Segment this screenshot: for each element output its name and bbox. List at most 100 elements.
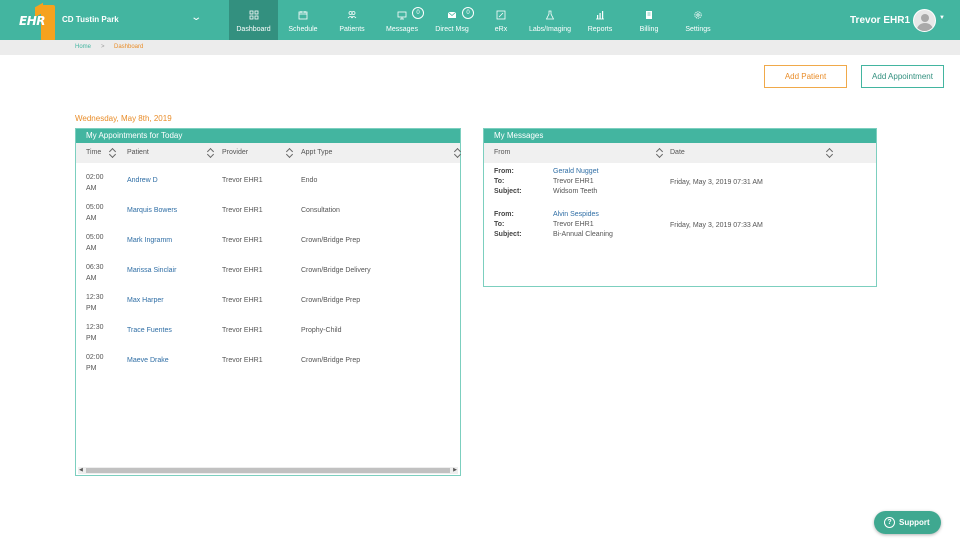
nav-reports[interactable]: Reports [582, 0, 618, 40]
appt-type: Endo [301, 177, 318, 184]
nav-direct-msg[interactable]: 0 Direct Msg [430, 0, 474, 40]
appointment-row[interactable]: 05:00 AM Marquis Bowers Trevor EHR1 Consu… [76, 197, 460, 227]
breadcrumb-home-link[interactable]: Home [75, 44, 91, 50]
col-provider[interactable]: Provider [222, 149, 248, 156]
appointment-row[interactable]: 12:30 PM Max Harper Trevor EHR1 Crown/Bri… [76, 287, 460, 317]
appt-time-hm: 05:00 [86, 204, 104, 211]
user-name[interactable]: Trevor EHR1 [850, 15, 910, 26]
appt-patient-link[interactable]: Marissa Sinclair [127, 267, 176, 274]
nav-erx[interactable]: eRx [486, 0, 516, 40]
appointment-row[interactable]: 12:30 PM Trace Fuentes Trevor EHR1 Prophy… [76, 317, 460, 347]
to-label: To: [494, 178, 505, 185]
appt-time: 12:30 PM [86, 322, 112, 344]
col-time[interactable]: Time [86, 149, 101, 156]
envelope-icon [447, 11, 457, 18]
appt-time-ampm: AM [86, 275, 97, 282]
message-row[interactable]: From: Gerald Nugget To: Trevor EHR1 Subj… [484, 167, 876, 207]
appt-provider: Trevor EHR1 [222, 297, 263, 304]
appt-patient-link[interactable]: Marquis Bowers [127, 207, 177, 214]
appt-time-hm: 06:30 [86, 264, 104, 271]
appointment-row[interactable]: 02:00 AM Andrew D Trevor EHR1 Endo [76, 167, 460, 197]
edit-icon [496, 10, 506, 20]
nav-messages[interactable]: 0 Messages [380, 0, 424, 40]
nav-messages-label: Messages [386, 26, 418, 33]
col-appt-type[interactable]: Appt Type [301, 149, 332, 156]
sort-type-icon[interactable] [454, 147, 462, 159]
message-date: Friday, May 3, 2019 07:31 AM [670, 179, 763, 186]
appt-patient-link[interactable]: Andrew D [127, 177, 158, 184]
calendar-icon [298, 11, 308, 20]
appt-type: Consultation [301, 207, 340, 214]
nav-direct-msg-label: Direct Msg [435, 26, 469, 33]
nav-labs-label: Labs/Imaging [528, 26, 572, 33]
nav-reports-label: Reports [587, 26, 613, 33]
appointment-row[interactable]: 06:30 AM Marissa Sinclair Trevor EHR1 Cro… [76, 257, 460, 287]
messages-panel: My Messages From Date From: Gerald Nugge… [483, 128, 877, 287]
horizontal-scrollbar[interactable]: ◀ ▶ [78, 467, 458, 474]
avatar[interactable] [913, 9, 936, 32]
message-row[interactable]: From: Alvin Sespides To: Trevor EHR1 Sub… [484, 210, 876, 250]
message-from-link[interactable]: Alvin Sespides [553, 211, 599, 218]
ehr-logo[interactable]: EHR [16, 4, 56, 41]
support-button[interactable]: ? Support [874, 511, 941, 534]
appt-patient-link[interactable]: Max Harper [127, 297, 164, 304]
appt-type: Prophy-Child [301, 327, 342, 334]
appt-provider: Trevor EHR1 [222, 177, 263, 184]
user-menu-caret-icon[interactable]: ▼ [939, 15, 945, 21]
appt-patient-link[interactable]: Maeve Drake [127, 357, 169, 364]
message-date: Friday, May 3, 2019 07:33 AM [670, 222, 763, 229]
add-patient-button[interactable]: Add Patient [764, 65, 847, 88]
nav-patients[interactable]: Patients [331, 0, 373, 40]
nav-dashboard[interactable]: Dashboard [229, 0, 278, 40]
appt-time: 05:00 AM [86, 232, 112, 254]
billing-icon [646, 11, 652, 19]
chevron-down-icon[interactable]: ⌄ [190, 12, 202, 23]
sort-time-icon[interactable] [109, 147, 117, 159]
appointment-row[interactable]: 02:00 PM Maeve Drake Trevor EHR1 Crown/Br… [76, 347, 460, 377]
patients-icon [347, 11, 357, 19]
sort-from-icon[interactable] [656, 147, 664, 159]
appt-type: Crown/Bridge Prep [301, 237, 361, 244]
appointment-row[interactable]: 05:00 AM Mark Ingramm Trevor EHR1 Crown/B… [76, 227, 460, 257]
nav-settings-label: Settings [685, 26, 711, 33]
breadcrumb-separator: > [101, 44, 105, 50]
sort-date-icon[interactable] [826, 147, 834, 159]
clinic-selector-label[interactable]: CD Tustin Park [62, 15, 119, 24]
nav-erx-label: eRx [494, 26, 508, 33]
col-patient[interactable]: Patient [127, 149, 149, 156]
nav-settings[interactable]: Settings [679, 0, 717, 40]
nav-billing-label: Billing [639, 26, 659, 33]
message-from-link[interactable]: Gerald Nugget [553, 168, 599, 175]
logo-text: EHR [19, 14, 45, 28]
col-from[interactable]: From [494, 149, 510, 156]
to-label: To: [494, 221, 505, 228]
message-to: Trevor EHR1 [553, 178, 594, 185]
scroll-left-arrow-icon[interactable]: ◀ [79, 467, 83, 474]
appt-provider: Trevor EHR1 [222, 237, 263, 244]
appointments-panel: My Appointments for Today Time Patient P… [75, 128, 461, 476]
bar-chart-icon [596, 11, 604, 20]
appt-time-hm: 05:00 [86, 234, 104, 241]
appt-time-ampm: PM [86, 305, 97, 312]
appt-patient-link[interactable]: Mark Ingramm [127, 237, 172, 244]
appt-type: Crown/Bridge Delivery [301, 267, 371, 274]
scrollbar-thumb[interactable] [86, 468, 450, 473]
sort-provider-icon[interactable] [286, 147, 294, 159]
appt-type: Crown/Bridge Prep [301, 357, 361, 364]
appt-time-hm: 12:30 [86, 324, 104, 331]
appointments-panel-title: My Appointments for Today [76, 129, 460, 143]
nav-billing[interactable]: Billing [632, 0, 666, 40]
appt-time-ampm: PM [86, 365, 97, 372]
monitor-icon [397, 11, 407, 20]
nav-labs-imaging[interactable]: Labs/Imaging [524, 0, 576, 40]
from-label: From: [494, 168, 514, 175]
scroll-right-arrow-icon[interactable]: ▶ [453, 467, 457, 474]
appt-patient-link[interactable]: Trace Fuentes [127, 327, 172, 334]
from-label: From: [494, 211, 514, 218]
nav-schedule[interactable]: Schedule [282, 0, 324, 40]
current-date: Wednesday, May 8th, 2019 [75, 114, 172, 123]
sort-patient-icon[interactable] [207, 147, 215, 159]
add-appointment-button[interactable]: Add Appointment [861, 65, 944, 88]
appt-provider: Trevor EHR1 [222, 357, 263, 364]
col-date[interactable]: Date [670, 149, 685, 156]
